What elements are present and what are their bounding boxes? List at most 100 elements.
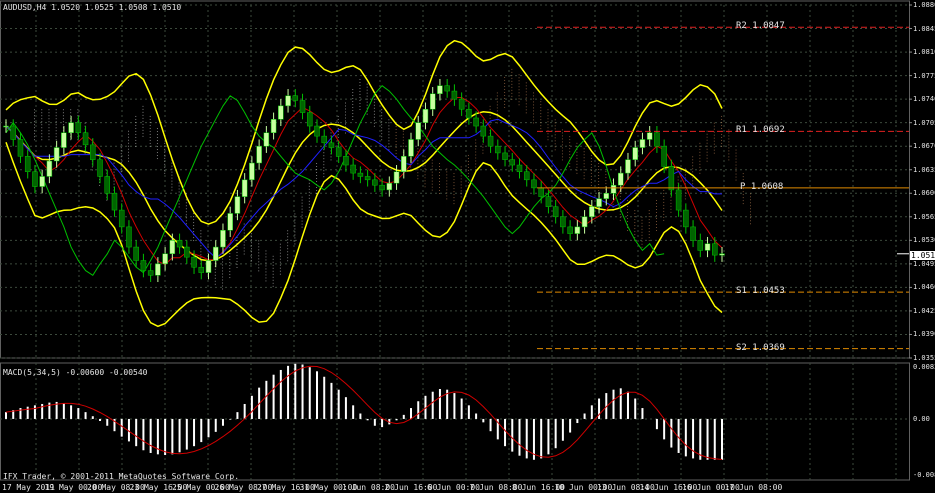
cloud-dot	[453, 185, 455, 187]
cloud-dot	[135, 136, 137, 138]
cloud-dot	[590, 166, 592, 168]
cloud-dot	[583, 157, 585, 159]
cloud-dot	[655, 199, 657, 201]
candle-body	[697, 240, 704, 251]
cloud-dot	[128, 157, 130, 159]
cloud-dot	[446, 183, 448, 185]
cloud-dot	[272, 285, 274, 287]
cloud-dot	[706, 130, 708, 132]
cloud-dot	[511, 80, 513, 82]
cloud-dot	[554, 149, 556, 151]
cloud-dot	[504, 85, 506, 87]
cloud-dot	[540, 110, 542, 112]
cloud-dot	[344, 102, 346, 104]
cloud-dot	[713, 125, 715, 127]
candle-body	[256, 145, 262, 164]
cloud-dot	[467, 166, 469, 168]
cloud-dot	[590, 157, 592, 159]
candle-body	[567, 226, 573, 234]
cloud-dot	[634, 225, 636, 227]
cloud-dot	[460, 175, 462, 177]
cloud-dot	[504, 103, 506, 105]
cloud-dot	[525, 112, 527, 114]
macd-signal-line	[5, 365, 723, 460]
cloud-dot	[713, 134, 715, 136]
price-tick-label: 1.0740	[913, 95, 935, 104]
cloud-dot	[417, 160, 419, 162]
cloud-dot	[395, 135, 397, 137]
cloud-dot	[164, 154, 166, 156]
cloud-dot	[55, 139, 57, 141]
cloud-dot	[605, 171, 607, 173]
cloud-dot	[381, 130, 383, 132]
price-tick-label: 1.0390	[913, 330, 935, 339]
cloud-dot	[641, 240, 643, 242]
cloud-dot	[388, 128, 390, 130]
cloud-dot	[728, 150, 730, 152]
cloud-dot	[735, 158, 737, 160]
cloud-dot	[287, 236, 289, 238]
cloud-dot	[742, 203, 744, 205]
cloud-dot	[439, 190, 441, 192]
cloud-dot	[258, 270, 260, 272]
candle-body	[343, 156, 349, 166]
candle-body	[632, 147, 638, 160]
cloud-dot	[70, 112, 72, 114]
candle-body	[32, 171, 38, 187]
cloud-dot	[431, 177, 433, 179]
cloud-dot	[316, 166, 318, 168]
cloud-dot	[713, 137, 715, 139]
trading-chart-window[interactable]: AUDUSD,H4 1.0520 1.0525 1.0508 1.0510 MA…	[0, 0, 935, 493]
cloud-dot	[250, 248, 252, 250]
candle-body	[531, 179, 537, 189]
cloud-dot	[352, 110, 354, 112]
cloud-dot	[511, 71, 513, 73]
cloud-dot	[467, 160, 469, 162]
cloud-dot	[713, 140, 715, 142]
cloud-dot	[308, 203, 310, 205]
cloud-dot	[598, 169, 600, 171]
candle-body	[704, 243, 711, 251]
chart-canvas[interactable]	[0, 0, 935, 493]
cloud-dot	[439, 193, 441, 195]
cloud-dot	[323, 155, 325, 157]
cloud-dot	[554, 122, 556, 124]
cloud-dot	[460, 178, 462, 180]
cloud-dot	[475, 163, 477, 165]
cloud-dot	[583, 172, 585, 174]
cloud-dot	[547, 112, 549, 114]
cloud-dot	[279, 249, 281, 251]
cloud-dot	[164, 169, 166, 171]
cloud-dot	[460, 181, 462, 183]
cloud-dot	[34, 130, 35, 132]
cloud-dot	[395, 126, 397, 128]
cloud-dot	[62, 115, 64, 117]
cloud-dot	[706, 139, 708, 141]
cloud-dot	[171, 165, 173, 167]
candle-body	[639, 139, 646, 148]
candle-body	[596, 198, 602, 207]
cloud-dot	[352, 98, 354, 100]
cloud-dot	[229, 268, 231, 270]
cloud-dot	[120, 144, 122, 146]
cloud-dot	[475, 166, 477, 168]
cloud-dot	[77, 112, 79, 114]
cloud-dot	[352, 101, 354, 103]
cloud-dot	[453, 179, 455, 181]
cloud-dot	[265, 268, 267, 270]
cloud-dot	[366, 98, 368, 100]
candle-body	[104, 176, 111, 194]
cloud-dot	[250, 239, 252, 241]
price-tick-label: 1.0810	[913, 48, 935, 57]
cloud-dot	[301, 208, 303, 210]
cloud-dot	[663, 189, 665, 191]
cloud-dot	[41, 133, 43, 135]
cloud-dot	[128, 145, 130, 147]
cloud-dot	[750, 208, 751, 210]
cloud-dot	[323, 164, 325, 166]
cloud-dot	[395, 150, 397, 152]
cloud-dot	[699, 145, 701, 147]
cloud-dot	[294, 216, 296, 218]
cloud-dot	[402, 133, 404, 135]
candle-body	[53, 147, 60, 162]
